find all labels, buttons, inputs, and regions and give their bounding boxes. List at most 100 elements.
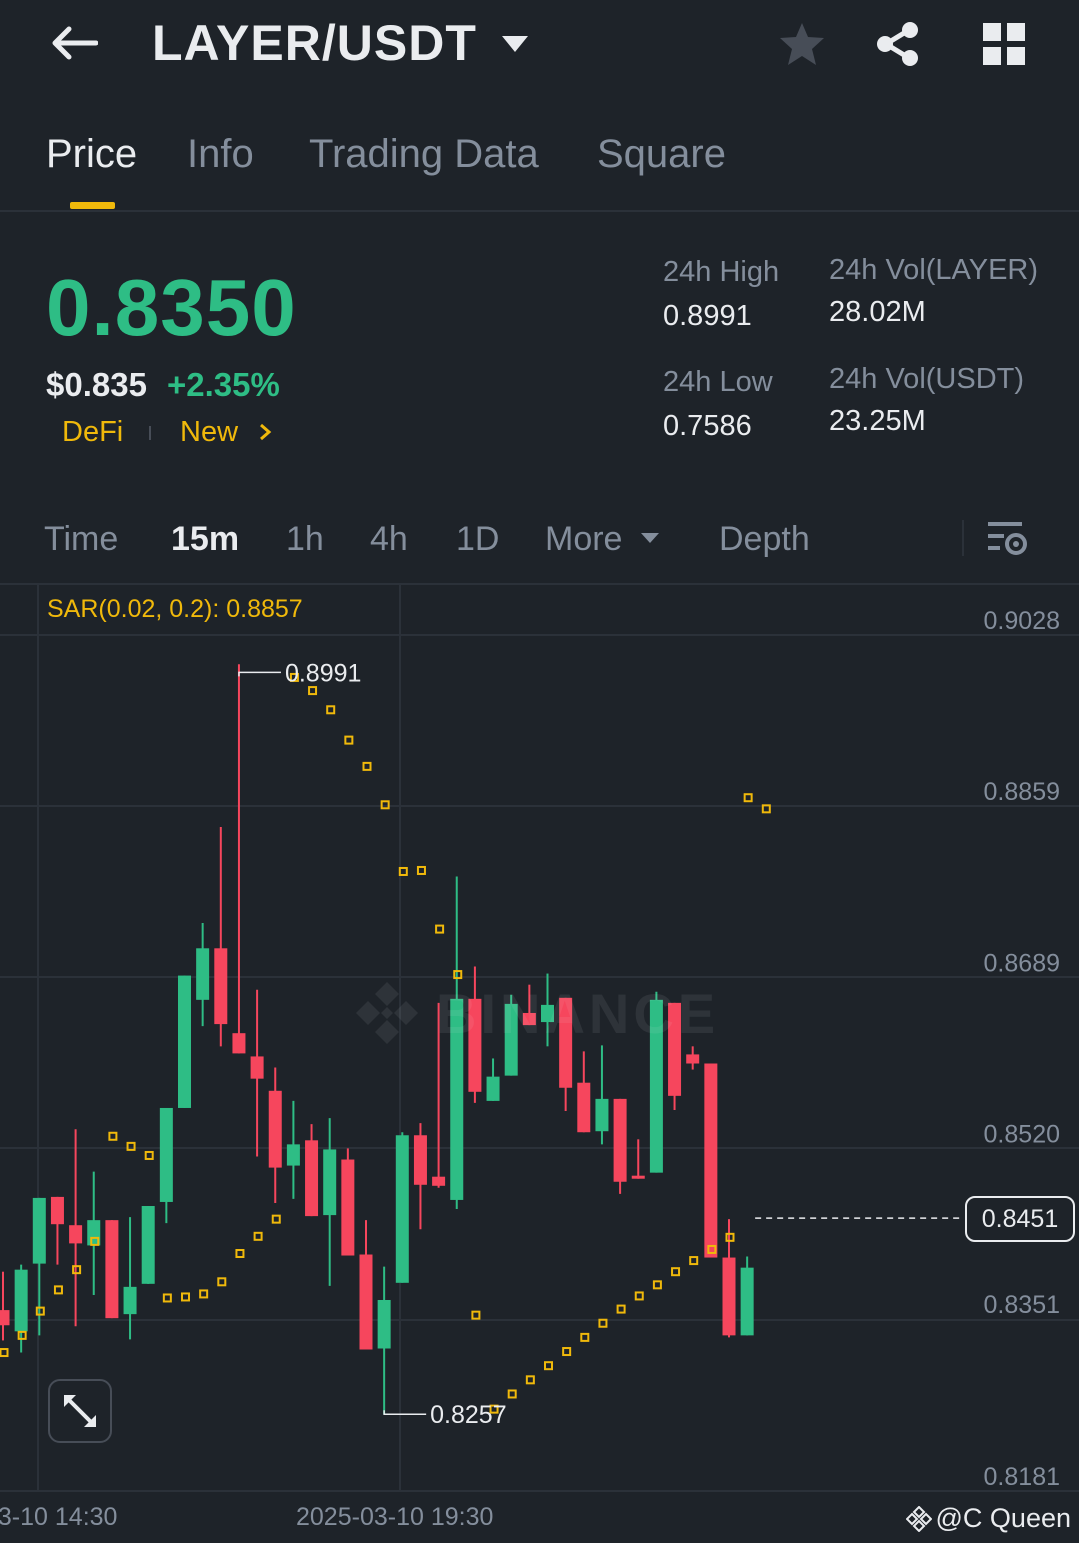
tab-square[interactable]: Square <box>597 132 726 177</box>
candle-body <box>413 1135 427 1185</box>
back-button[interactable] <box>48 18 100 68</box>
candlestick-chart[interactable]: 0.9028 0.8859 0.8689 0.8520 0.8351 0.8181 0.8… <box>0 585 1079 1543</box>
high-marker-label: 0.8991 <box>285 659 361 687</box>
expand-icon <box>64 1395 96 1427</box>
stat-24h-low-label: 24h Low <box>663 366 773 398</box>
share-button[interactable] <box>872 18 924 70</box>
credit-text: @C Queen <box>935 1503 1071 1533</box>
price-change-percent: +2.35% <box>167 366 280 403</box>
stat-24h-low-value: 0.7586 <box>663 410 752 442</box>
candle-body <box>486 1076 500 1101</box>
sar-dot <box>416 865 426 875</box>
candle-body <box>341 1159 355 1256</box>
x-tick-label: 2025-03-10 19:30 <box>296 1503 493 1531</box>
candle-body <box>613 1098 627 1182</box>
candle-body <box>377 1299 391 1349</box>
y-tick-label: 0.9028 <box>984 607 1060 635</box>
dropdown-caret-icon[interactable] <box>500 34 530 54</box>
sar-dot <box>435 924 445 934</box>
chart-settings-icon[interactable] <box>986 518 1030 562</box>
sar-dot <box>0 1348 9 1358</box>
sar-dot <box>326 705 336 715</box>
pair-title[interactable]: LAYER/USDT <box>152 14 477 72</box>
tab-trading-data[interactable]: Trading Data <box>309 132 539 177</box>
active-tab-indicator <box>70 202 115 209</box>
candle-body <box>196 948 210 1000</box>
candle-body <box>740 1267 754 1336</box>
sar-dot <box>525 1375 535 1385</box>
sar-dot <box>144 1150 154 1160</box>
candle-body <box>395 1135 409 1283</box>
sar-dot <box>634 1291 644 1301</box>
tag-defi[interactable]: DeFi <box>62 416 123 449</box>
y-tick-label: 0.8520 <box>984 1120 1060 1148</box>
sar-dot <box>743 793 753 803</box>
stat-24h-high-value: 0.8991 <box>663 300 752 332</box>
interval-time[interactable]: Time <box>44 520 118 559</box>
stat-24h-vol-base-value: 28.02M <box>829 296 926 328</box>
candle-body <box>250 1056 264 1079</box>
candle-body <box>14 1269 28 1332</box>
more-caret-icon[interactable] <box>639 531 661 545</box>
stat-24h-high-label: 24h High <box>663 256 780 288</box>
interval-4h[interactable]: 4h <box>370 520 408 559</box>
usd-price: $0.835 <box>46 366 147 403</box>
sar-dot <box>162 1293 172 1303</box>
sar-dot <box>199 1289 209 1299</box>
sar-dot <box>507 1389 517 1399</box>
favorite-button[interactable] <box>776 18 828 70</box>
sar-dot <box>562 1347 572 1357</box>
last-price: 0.8350 <box>46 263 297 352</box>
candle-body <box>268 1090 282 1168</box>
interval-separator <box>962 520 964 556</box>
star-icon <box>780 23 824 65</box>
candle-body <box>178 975 191 1108</box>
candle-body <box>50 1196 64 1225</box>
high-marker-line <box>238 671 281 677</box>
tab-depth[interactable]: Depth <box>719 520 810 559</box>
tag-new[interactable]: New <box>180 416 238 449</box>
candle-body <box>323 1149 337 1216</box>
interval-1d[interactable]: 1D <box>456 520 499 559</box>
interval-1h[interactable]: 1h <box>286 520 324 559</box>
sar-dot <box>671 1267 681 1277</box>
sar-dot <box>344 735 354 745</box>
chevron-right-icon[interactable] <box>258 422 272 442</box>
sar-dot <box>689 1256 699 1266</box>
candle-body <box>159 1107 173 1202</box>
y-tick-label: 0.8689 <box>984 950 1060 978</box>
back-arrow-icon <box>52 26 98 60</box>
divider <box>0 210 1079 212</box>
watermark-text: BINANCE <box>436 981 720 1045</box>
watermark-credit: @C Queen <box>905 1503 1071 1534</box>
share-icon <box>877 22 918 66</box>
sar-indicator-label[interactable]: SAR(0.02, 0.2): 0.8857 <box>47 595 303 624</box>
fullscreen-button[interactable] <box>48 1379 112 1443</box>
candle-body <box>305 1140 319 1217</box>
binance-logo-icon <box>356 982 418 1044</box>
sar-dot <box>380 800 390 810</box>
y-tick-label: 0.8351 <box>984 1291 1060 1319</box>
binance-logo-icon <box>905 1505 932 1532</box>
tab-info[interactable]: Info <box>187 132 254 177</box>
low-marker-line <box>383 1410 427 1415</box>
sar-dot <box>217 1277 227 1287</box>
x-tick-label: 03-10 14:30 <box>0 1503 117 1531</box>
layout-grid-button[interactable] <box>980 20 1028 68</box>
interval-more[interactable]: More <box>545 520 622 559</box>
interval-15m[interactable]: 15m <box>171 520 239 559</box>
grid-icon <box>983 23 1025 65</box>
tab-price[interactable]: Price <box>46 132 137 177</box>
candle-body <box>214 948 228 1025</box>
sar-dot <box>544 1361 553 1371</box>
candle-body <box>123 1286 137 1315</box>
sar-dot <box>253 1231 263 1241</box>
y-tick-label: 0.8859 <box>984 778 1060 806</box>
sar-dot <box>53 1285 63 1295</box>
y-tick-label: 0.8181 <box>984 1463 1060 1491</box>
sar-dot <box>108 1131 118 1141</box>
candle-body <box>631 1175 645 1179</box>
current-price-label: 0.8451 <box>965 1196 1075 1242</box>
candle-body <box>432 1176 446 1186</box>
candle-body <box>595 1098 609 1132</box>
